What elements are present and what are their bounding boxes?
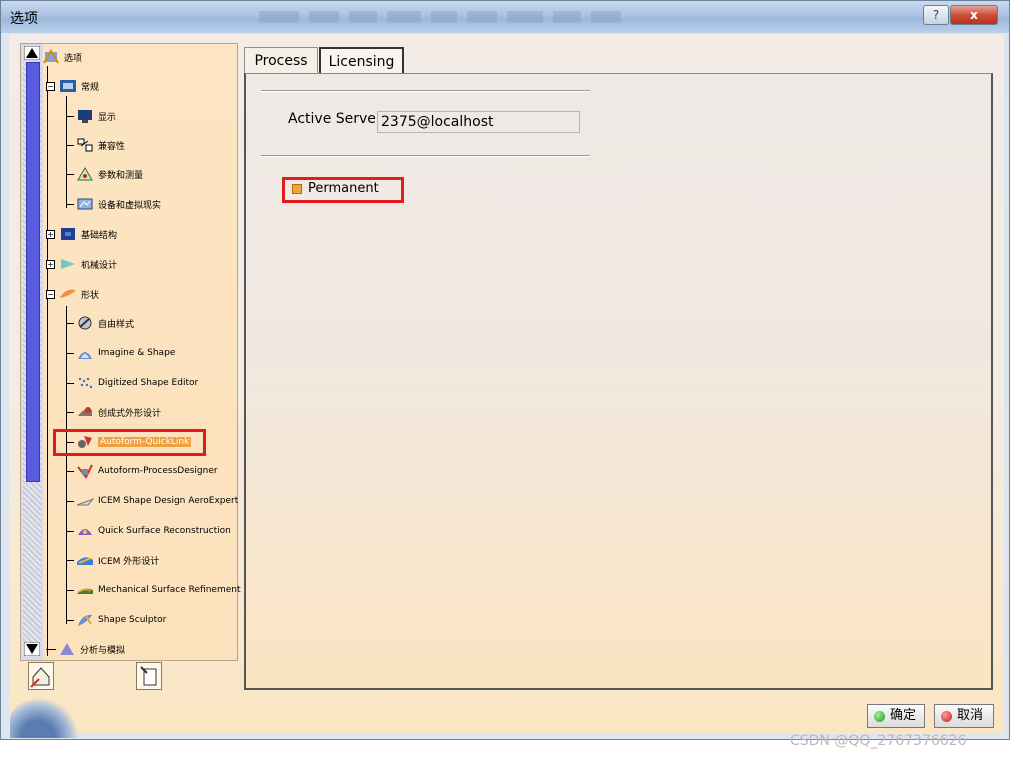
tree-item-shape-sculptor[interactable]: Shape Sculptor [66, 610, 166, 630]
options-root-icon [43, 49, 59, 64]
cancel-button[interactable]: 取消 [934, 704, 994, 728]
help-button[interactable]: ? [923, 5, 949, 25]
analysis-icon [60, 643, 74, 655]
ok-icon [874, 711, 885, 722]
tree-reset-button[interactable] [136, 662, 162, 690]
surface-refinement-icon [77, 588, 93, 594]
tree-item-quick-surface[interactable]: Quick Surface Reconstruction [66, 521, 231, 541]
tree-item-compatibility[interactable]: 兼容性 [66, 135, 125, 155]
tree-item-digitized-shape[interactable]: Digitized Shape Editor [66, 373, 198, 393]
parameters-icon [77, 167, 93, 181]
blurred-title-area [259, 11, 659, 25]
window-title: 选项 [10, 11, 38, 27]
generative-shape-icon [78, 407, 92, 416]
close-button[interactable]: x [950, 5, 998, 25]
imagine-shape-icon [78, 352, 92, 359]
scroll-up-icon[interactable] [24, 46, 40, 60]
tree-item-devices[interactable]: 设备和虚拟现实 [66, 194, 161, 214]
tree-item-mechanical[interactable]: + 机械设计 [46, 254, 117, 274]
tree-item-imagine-shape[interactable]: Imagine & Shape [66, 343, 175, 363]
tree-item-general[interactable]: − 常规 [46, 76, 99, 96]
tree-item-freestyle[interactable]: 自由样式 [66, 313, 134, 333]
tree-item-generative-shape[interactable]: 创成式外形设计 [66, 402, 161, 422]
tree-item-display[interactable]: 显示 [66, 106, 116, 126]
mechanical-icon [61, 259, 75, 269]
general-icon [60, 80, 76, 92]
tree-item-shape[interactable]: − 形状 [46, 284, 99, 304]
app-logo [10, 698, 80, 738]
display-icon [78, 110, 92, 123]
tree-item-icem-shape[interactable]: ICEM 外形设计 [66, 550, 159, 570]
quick-surface-icon [78, 529, 92, 535]
scroll-down-icon[interactable] [24, 642, 40, 656]
watermark-text: CSDN @QQ_2767376626 [790, 733, 967, 749]
icem-aero-icon [76, 498, 94, 506]
icem-shape-icon [77, 557, 93, 565]
tree-home-button[interactable] [28, 662, 54, 690]
title-bar[interactable]: 选项 ? x [1, 1, 1009, 33]
active-server-field[interactable]: 2375@localhost [377, 111, 580, 133]
tree-item-icem-aero[interactable]: ICEM Shape Design AeroExpert [66, 491, 238, 511]
highlight-permanent [282, 177, 404, 203]
shape-sculptor-icon [78, 614, 92, 626]
ok-button[interactable]: 确定 [867, 704, 925, 728]
tree-scrollbar[interactable] [21, 44, 43, 660]
tree-root[interactable]: 选项 [42, 47, 82, 67]
tree-item-analysis[interactable]: 分析与模拟 [46, 639, 125, 659]
cancel-icon [941, 711, 952, 722]
infrastructure-icon [61, 228, 75, 240]
tab-process[interactable]: Process [244, 47, 318, 73]
scrollbar-thumb[interactable] [26, 62, 40, 482]
tree-item-autoform-process[interactable]: Autoform-ProcessDesigner [66, 461, 218, 481]
tree-item-infrastructure[interactable]: + 基础结构 [46, 224, 117, 244]
tab-licensing[interactable]: Licensing [319, 47, 404, 73]
digitized-shape-icon [78, 377, 93, 389]
reset-tree-icon [140, 666, 157, 686]
tree-item-surface-refinement[interactable]: Mechanical Surface Refinement [66, 580, 240, 600]
licensing-panel [244, 73, 993, 690]
home-tree-icon [30, 667, 50, 688]
highlight-quicklink [53, 429, 206, 456]
shape-icon [60, 289, 76, 298]
autoform-process-icon [77, 464, 93, 479]
freestyle-icon [78, 316, 92, 330]
tree-item-parameters[interactable]: 参数和测量 [66, 164, 143, 184]
active-server-label: Active Server [288, 111, 382, 127]
devices-icon [77, 198, 93, 210]
compatibility-icon [77, 138, 93, 152]
